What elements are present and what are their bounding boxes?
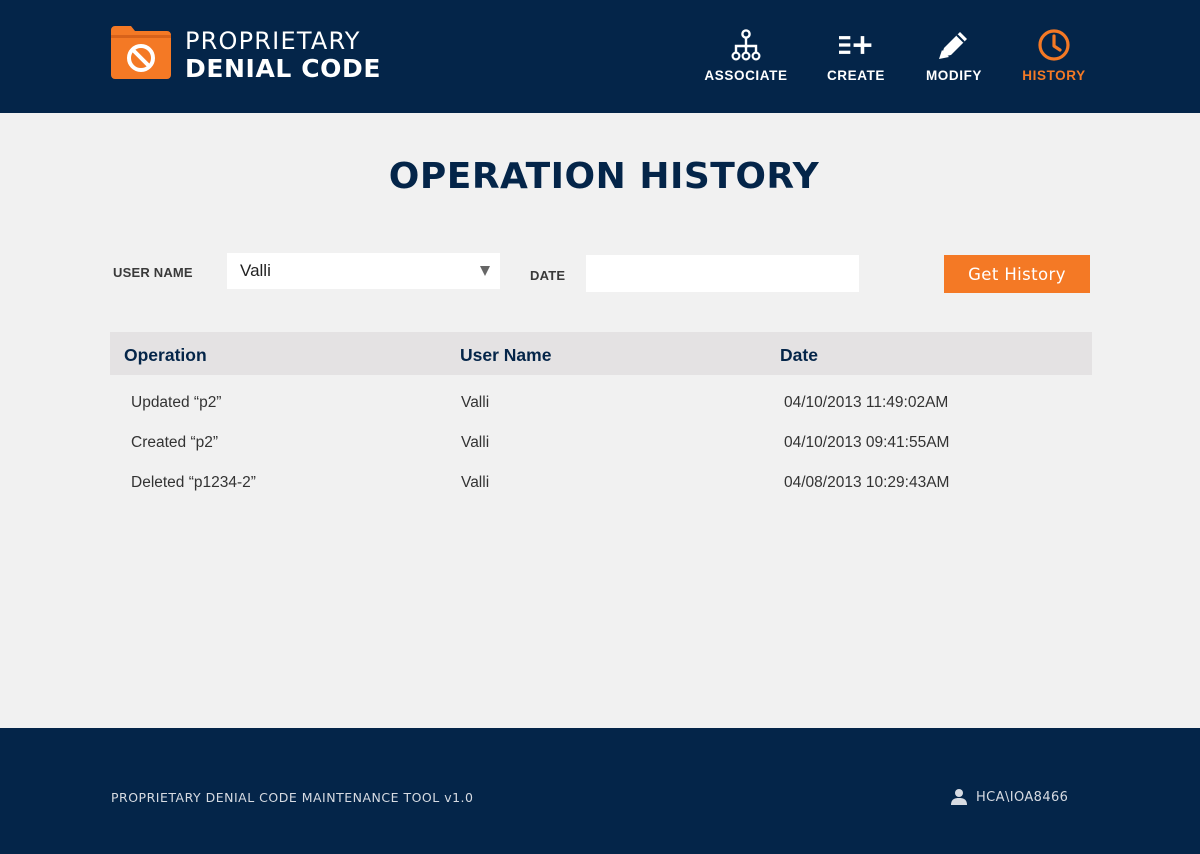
hierarchy-icon xyxy=(729,28,763,62)
cell-user-name: Valli xyxy=(461,434,490,451)
column-header-operation[interactable]: Operation xyxy=(124,345,207,366)
cell-user-name: Valli xyxy=(461,474,490,491)
cell-user-name: Valli xyxy=(461,394,490,411)
nav-modify[interactable]: MODIFY xyxy=(918,26,990,88)
app-header: PROPRIETARY DENIAL CODE ASSOCIATE CREATE… xyxy=(0,0,1200,113)
nav-history[interactable]: HISTORY xyxy=(1016,26,1092,88)
app-logo[interactable]: PROPRIETARY DENIAL CODE xyxy=(111,26,411,83)
pencil-icon xyxy=(937,28,971,62)
table-row[interactable]: Deleted “p1234-2” Valli 04/08/2013 10:29… xyxy=(110,455,1092,495)
date-label: DATE xyxy=(530,268,566,283)
user-name-select-value: Valli xyxy=(240,261,271,280)
list-add-icon xyxy=(839,28,873,62)
nav-associate[interactable]: ASSOCIATE xyxy=(700,26,792,88)
brand-line-1: PROPRIETARY xyxy=(185,27,361,55)
nav-create[interactable]: CREATE xyxy=(820,26,892,88)
clock-icon xyxy=(1037,28,1071,62)
date-input[interactable] xyxy=(586,255,859,292)
cell-operation: Deleted “p1234-2” xyxy=(131,474,256,491)
cell-date: 04/10/2013 09:41:55AM xyxy=(784,434,950,451)
dropdown-arrow-icon xyxy=(480,266,490,276)
table-header: Operation User Name Date xyxy=(110,332,1092,375)
footer-tool-name: PROPRIETARY DENIAL CODE MAINTENANCE TOOL… xyxy=(111,790,474,805)
get-history-button[interactable]: Get History xyxy=(944,255,1090,293)
cell-operation: Created “p2” xyxy=(131,434,219,451)
page-title: OPERATION HISTORY xyxy=(388,156,820,197)
footer-user-info: HCA\IOA8466 xyxy=(950,787,1068,807)
table-row[interactable]: Created “p2” Valli 04/10/2013 09:41:55AM xyxy=(110,415,1092,455)
cell-date: 04/08/2013 10:29:43AM xyxy=(784,474,950,491)
table-row[interactable]: Updated “p2” Valli 04/10/2013 11:49:02AM xyxy=(110,375,1092,415)
nav-history-label: HISTORY xyxy=(1022,68,1086,83)
column-header-user-name[interactable]: User Name xyxy=(460,345,551,366)
folder-prohibited-icon xyxy=(111,26,171,79)
user-icon xyxy=(951,789,967,805)
nav-modify-label: MODIFY xyxy=(925,68,983,83)
brand-line-2: DENIAL CODE xyxy=(185,54,382,83)
footer-username: HCA\IOA8466 xyxy=(976,789,1069,805)
cell-date: 04/10/2013 11:49:02AM xyxy=(784,394,949,411)
history-table: Operation User Name Date Updated “p2” Va… xyxy=(110,332,1092,495)
cell-operation: Updated “p2” xyxy=(131,394,222,411)
nav-create-label: CREATE xyxy=(826,68,886,83)
nav-associate-label: ASSOCIATE xyxy=(704,68,788,83)
user-name-label: USER NAME xyxy=(113,265,193,280)
user-name-select[interactable]: Valli xyxy=(227,253,500,289)
column-header-date[interactable]: Date xyxy=(780,345,818,366)
app-footer: PROPRIETARY DENIAL CODE MAINTENANCE TOOL… xyxy=(0,728,1200,854)
